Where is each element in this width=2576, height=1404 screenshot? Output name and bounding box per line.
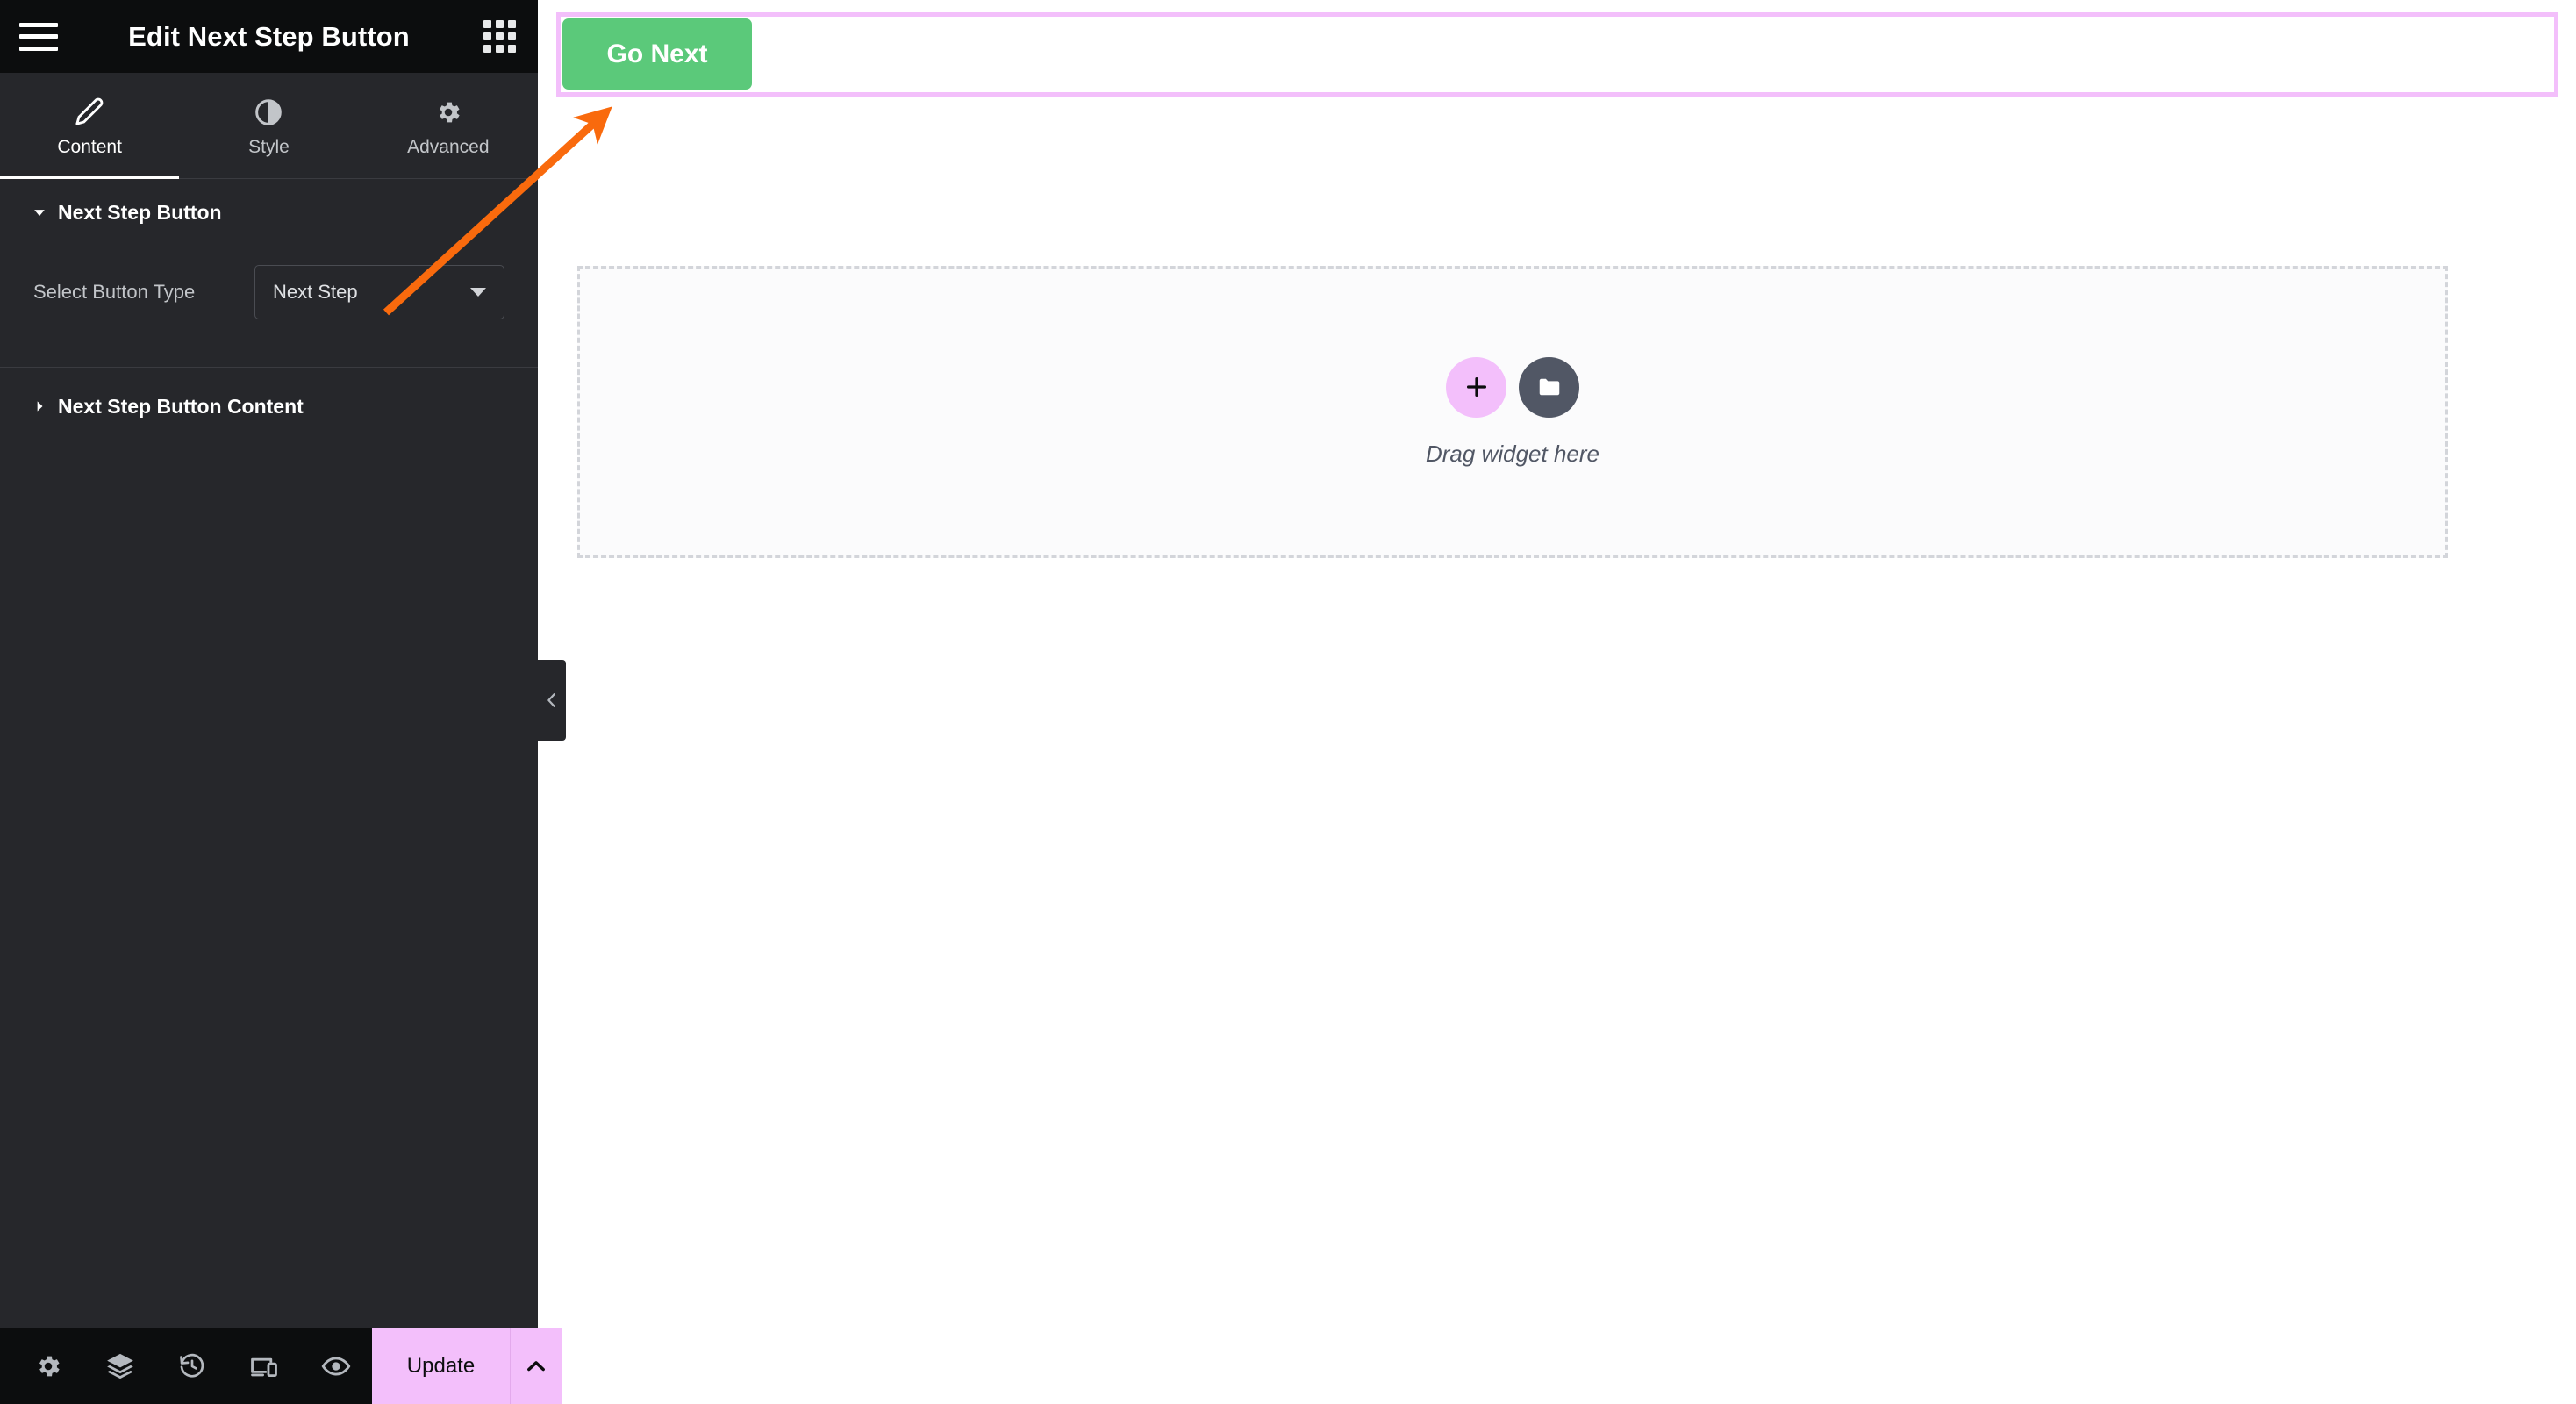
section-header-next-step-button[interactable]: Next Step Button <box>0 179 538 246</box>
go-next-button[interactable]: Go Next <box>562 18 752 90</box>
tab-content-label: Content <box>57 137 122 157</box>
responsive-icon[interactable] <box>228 1328 300 1404</box>
update-group: Update <box>372 1328 562 1404</box>
add-element-button[interactable] <box>1446 356 1506 418</box>
layers-icon[interactable] <box>84 1328 156 1404</box>
section-title: Next Step Button Content <box>58 394 304 418</box>
editor-panel: Edit Next Step Button Content Style Adva… <box>0 0 562 1404</box>
caret-down-icon <box>33 206 46 218</box>
widget-dropzone[interactable]: Drag widget here <box>577 266 2448 558</box>
select-button-type-value: Next Step <box>273 281 358 303</box>
dropzone-actions <box>1446 356 1579 418</box>
tab-advanced[interactable]: Advanced <box>359 73 538 178</box>
chevron-down-icon <box>470 288 486 297</box>
history-icon[interactable] <box>156 1328 228 1404</box>
panel-footer-toolbar: Update <box>0 1328 562 1404</box>
section-header-next-step-button-content[interactable]: Next Step Button Content <box>0 368 538 445</box>
contrast-icon <box>254 95 283 126</box>
settings-icon[interactable] <box>12 1328 84 1404</box>
eye-icon[interactable] <box>300 1328 372 1404</box>
control-row-button-type: Select Button Type Next Step <box>0 246 538 367</box>
select-button-type-dropdown[interactable]: Next Step <box>254 265 504 319</box>
panel-collapse-handle[interactable] <box>538 660 566 741</box>
panel-tabs: Content Style Advanced <box>0 73 538 179</box>
pencil-icon <box>75 95 104 126</box>
select-button-type-label: Select Button Type <box>33 281 196 303</box>
section-title: Next Step Button <box>58 200 222 224</box>
tab-style-label: Style <box>248 137 290 157</box>
selected-section-outline[interactable] <box>556 12 2558 97</box>
gear-icon <box>434 95 462 126</box>
tab-content[interactable]: Content <box>0 73 180 179</box>
widgets-grid-icon[interactable] <box>483 19 517 54</box>
hamburger-menu-icon[interactable] <box>19 22 58 51</box>
section-next-step-button-content: Next Step Button Content <box>0 368 538 445</box>
chevron-up-icon[interactable] <box>511 1328 562 1404</box>
dropzone-hint: Drag widget here <box>1426 440 1599 467</box>
add-template-button[interactable] <box>1519 356 1579 418</box>
footer-tools <box>0 1328 372 1404</box>
tab-advanced-label: Advanced <box>407 137 490 157</box>
caret-right-icon <box>33 400 46 412</box>
editor-canvas: Go Next Drag widget here <box>538 0 2576 1404</box>
section-next-step-button: Next Step Button Select Button Type Next… <box>0 179 538 367</box>
panel-body: Next Step Button Select Button Type Next… <box>0 179 538 1328</box>
update-button[interactable]: Update <box>372 1328 510 1404</box>
panel-header: Edit Next Step Button <box>0 0 538 73</box>
tab-style[interactable]: Style <box>179 73 358 178</box>
page-title: Edit Next Step Button <box>128 20 410 52</box>
